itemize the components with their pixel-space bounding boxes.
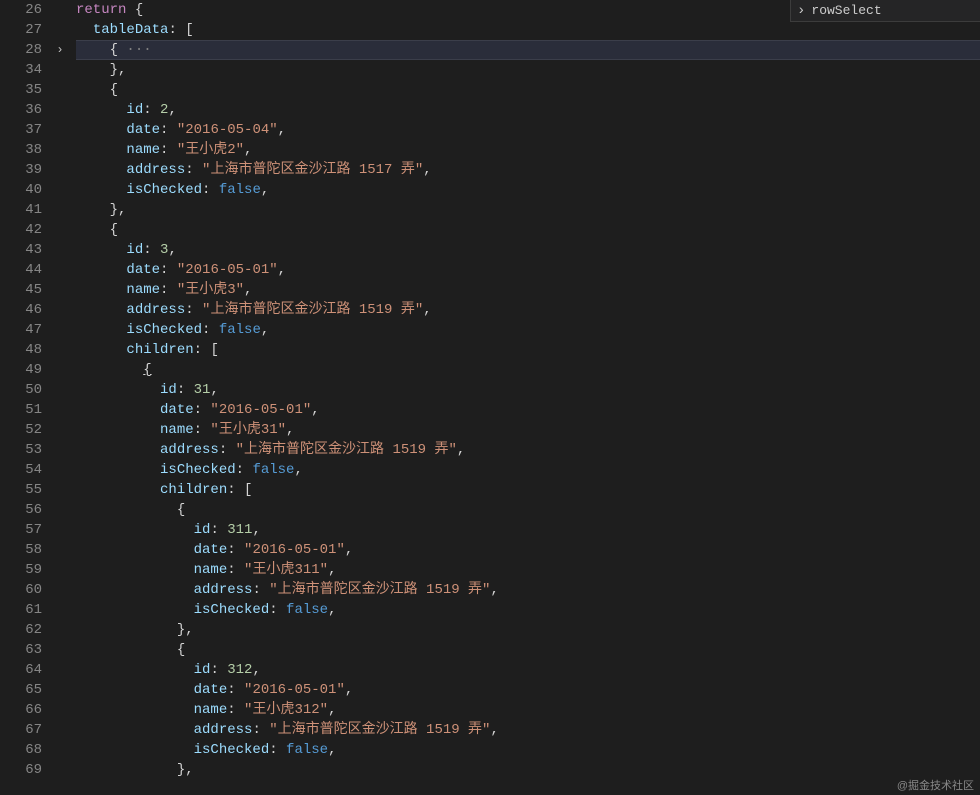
line-number: 64 [0,660,42,680]
line-number: 60 [0,580,42,600]
line-number: 39 [0,160,42,180]
code-line[interactable]: tableData: [ [76,20,980,40]
code-line[interactable]: isChecked: false, [76,740,980,760]
breadcrumb-label: rowSelect [811,3,881,18]
code-line[interactable]: name: "王小虎312", [76,700,980,720]
editor-container: 26 27 28 34 35 36 37 38 39 40 41 42 43 4… [0,0,980,795]
line-number: 27 [0,20,42,40]
code-line[interactable]: name: "王小虎2", [76,140,980,160]
line-number: 66 [0,700,42,720]
line-number: 44 [0,260,42,280]
line-number: 35 [0,80,42,100]
line-number: 43 [0,240,42,260]
watermark: @掘金技术社区 [897,777,974,793]
line-number: 48 [0,340,42,360]
line-number: 50 [0,380,42,400]
code-line[interactable]: name: "王小虎31", [76,420,980,440]
code-line[interactable]: address: "上海市普陀区金沙江路 1519 弄", [76,300,980,320]
code-line[interactable]: id: 311, [76,520,980,540]
line-number: 62 [0,620,42,640]
code-line[interactable]: children: [ [76,480,980,500]
code-line[interactable]: }, [76,200,980,220]
code-line[interactable]: address: "上海市普陀区金沙江路 1519 弄", [76,440,980,460]
line-number: 61 [0,600,42,620]
line-number: 56 [0,500,42,520]
line-number: 57 [0,520,42,540]
code-line[interactable]: name: "王小虎311", [76,560,980,580]
line-number: 52 [0,420,42,440]
code-line[interactable]: { [76,360,980,380]
code-line[interactable]: }, [76,620,980,640]
line-number: 28 [0,40,42,60]
line-number: 69 [0,760,42,780]
line-number: 26 [0,0,42,20]
line-number: 49 [0,360,42,380]
code-line[interactable]: date: "2016-05-01", [76,680,980,700]
line-number: 68 [0,740,42,760]
line-number: 40 [0,180,42,200]
code-line[interactable]: { [76,640,980,660]
line-number: 41 [0,200,42,220]
code-line[interactable]: }, [76,760,980,780]
line-number: 36 [0,100,42,120]
code-line[interactable]: address: "上海市普陀区金沙江路 1519 弄", [76,720,980,740]
code-line[interactable]: }, [76,60,980,80]
code-line[interactable]: date: "2016-05-04", [76,120,980,140]
code-line[interactable]: address: "上海市普陀区金沙江路 1517 弄", [76,160,980,180]
line-number: 58 [0,540,42,560]
line-number: 65 [0,680,42,700]
code-line[interactable]: date: "2016-05-01", [76,400,980,420]
line-number: 55 [0,480,42,500]
line-number: 37 [0,120,42,140]
line-number: 47 [0,320,42,340]
line-number: 45 [0,280,42,300]
code-line-highlight[interactable]: { ··· [76,40,980,60]
code-line[interactable]: date: "2016-05-01", [76,540,980,560]
line-number-gutter: 26 27 28 34 35 36 37 38 39 40 41 42 43 4… [0,0,50,795]
fold-column: › [50,0,70,795]
code-line[interactable]: name: "王小虎3", [76,280,980,300]
code-line[interactable]: address: "上海市普陀区金沙江路 1519 弄", [76,580,980,600]
code-area[interactable]: return { tableData: [ { ··· }, { id: 2, … [70,0,980,795]
code-line[interactable]: children: [ [76,340,980,360]
code-line[interactable]: isChecked: false, [76,460,980,480]
line-number: 63 [0,640,42,660]
chevron-right-icon: › [797,3,805,19]
line-number: 54 [0,460,42,480]
line-number: 42 [0,220,42,240]
code-line[interactable]: date: "2016-05-01", [76,260,980,280]
code-line[interactable]: isChecked: false, [76,180,980,200]
breadcrumb-bar[interactable]: › rowSelect [790,0,980,22]
code-line[interactable]: { [76,80,980,100]
line-number: 34 [0,60,42,80]
code-line[interactable]: id: 3, [76,240,980,260]
line-number: 46 [0,300,42,320]
code-line[interactable]: id: 31, [76,380,980,400]
line-number: 53 [0,440,42,460]
code-line[interactable]: { [76,220,980,240]
line-number: 38 [0,140,42,160]
code-line[interactable]: id: 312, [76,660,980,680]
line-number: 59 [0,560,42,580]
code-line[interactable]: isChecked: false, [76,600,980,620]
fold-collapsed-icon[interactable]: › [50,40,70,60]
code-line[interactable]: id: 2, [76,100,980,120]
code-line[interactable]: isChecked: false, [76,320,980,340]
code-line[interactable]: { [76,500,980,520]
line-number: 67 [0,720,42,740]
line-number: 51 [0,400,42,420]
